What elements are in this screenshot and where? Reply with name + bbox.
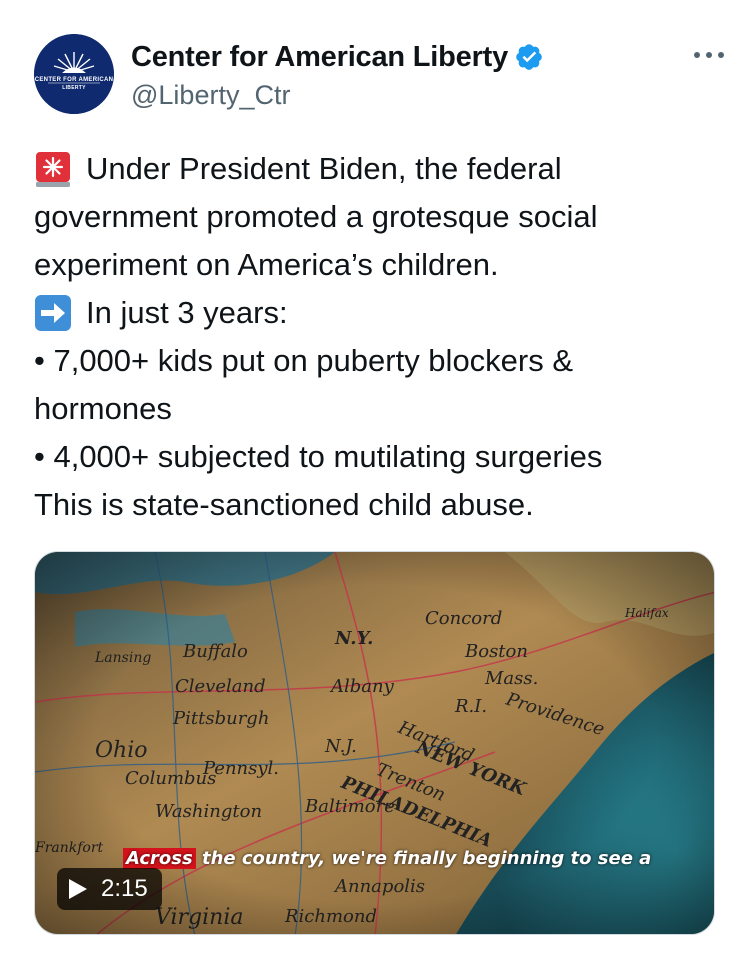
tweet-line-text: hormones <box>34 391 172 426</box>
tweet-line-text: • 4,000+ subjected to mutilating surgeri… <box>34 439 603 474</box>
play-icon[interactable] <box>69 879 87 899</box>
tweet-header: CENTER FOR AMERICAN LIBERTY Center for A… <box>34 34 724 118</box>
video-duration: 2:15 <box>101 875 148 902</box>
avatar-text-bottom: LIBERTY <box>62 85 86 91</box>
tweet-line-text: • 7,000+ kids put on puberty blockers & <box>34 343 574 378</box>
display-name[interactable]: Center for American Liberty <box>131 41 508 74</box>
tweet-line-text: This is state-sanctioned child abuse. <box>34 487 534 522</box>
video-player[interactable]: Buffalo N.Y. Albany Boston Mass. Provide… <box>34 551 715 935</box>
tweet-line: • 7,000+ kids put on puberty blockers & <box>34 337 724 385</box>
tweet-line-text: experiment on America’s children. <box>34 247 499 282</box>
avatar-text-top: CENTER FOR AMERICAN <box>34 77 114 83</box>
siren-emoji-icon <box>36 152 70 187</box>
tweet-text: Under President Biden, the federal gover… <box>34 145 724 529</box>
tweet-line-text: In just 3 years: <box>86 295 288 330</box>
tweet-line: experiment on America’s children. <box>34 241 724 289</box>
tweet-line-text: government promoted a grotesque social <box>34 199 598 234</box>
account-handle[interactable]: @Liberty_Ctr <box>131 80 544 111</box>
tweet-line: government promoted a grotesque social <box>34 193 724 241</box>
verified-badge-icon[interactable] <box>514 42 544 72</box>
tweet-line: • 4,000+ subjected to mutilating surgeri… <box>34 433 724 481</box>
video-caption: Across the country, we're finally beginn… <box>123 848 651 869</box>
caption-rest: the country, we're finally beginning to … <box>195 848 652 869</box>
caption-highlight: Across <box>123 848 196 869</box>
more-options-icon[interactable] <box>692 48 726 62</box>
tweet-line: Under President Biden, the federal <box>34 145 724 193</box>
right-arrow-emoji-icon <box>35 295 71 331</box>
tweet-line: hormones <box>34 385 724 433</box>
video-duration-badge[interactable]: 2:15 <box>57 868 162 910</box>
avatar[interactable]: CENTER FOR AMERICAN LIBERTY <box>34 34 114 114</box>
liberty-logo-icon <box>34 34 114 114</box>
tweet-line: In just 3 years: <box>34 289 724 337</box>
account-names: Center for American Liberty @Liberty_Ctr <box>131 38 544 111</box>
tweet-line: This is state-sanctioned child abuse. <box>34 481 724 529</box>
tweet-line-text: Under President Biden, the federal <box>86 151 562 186</box>
